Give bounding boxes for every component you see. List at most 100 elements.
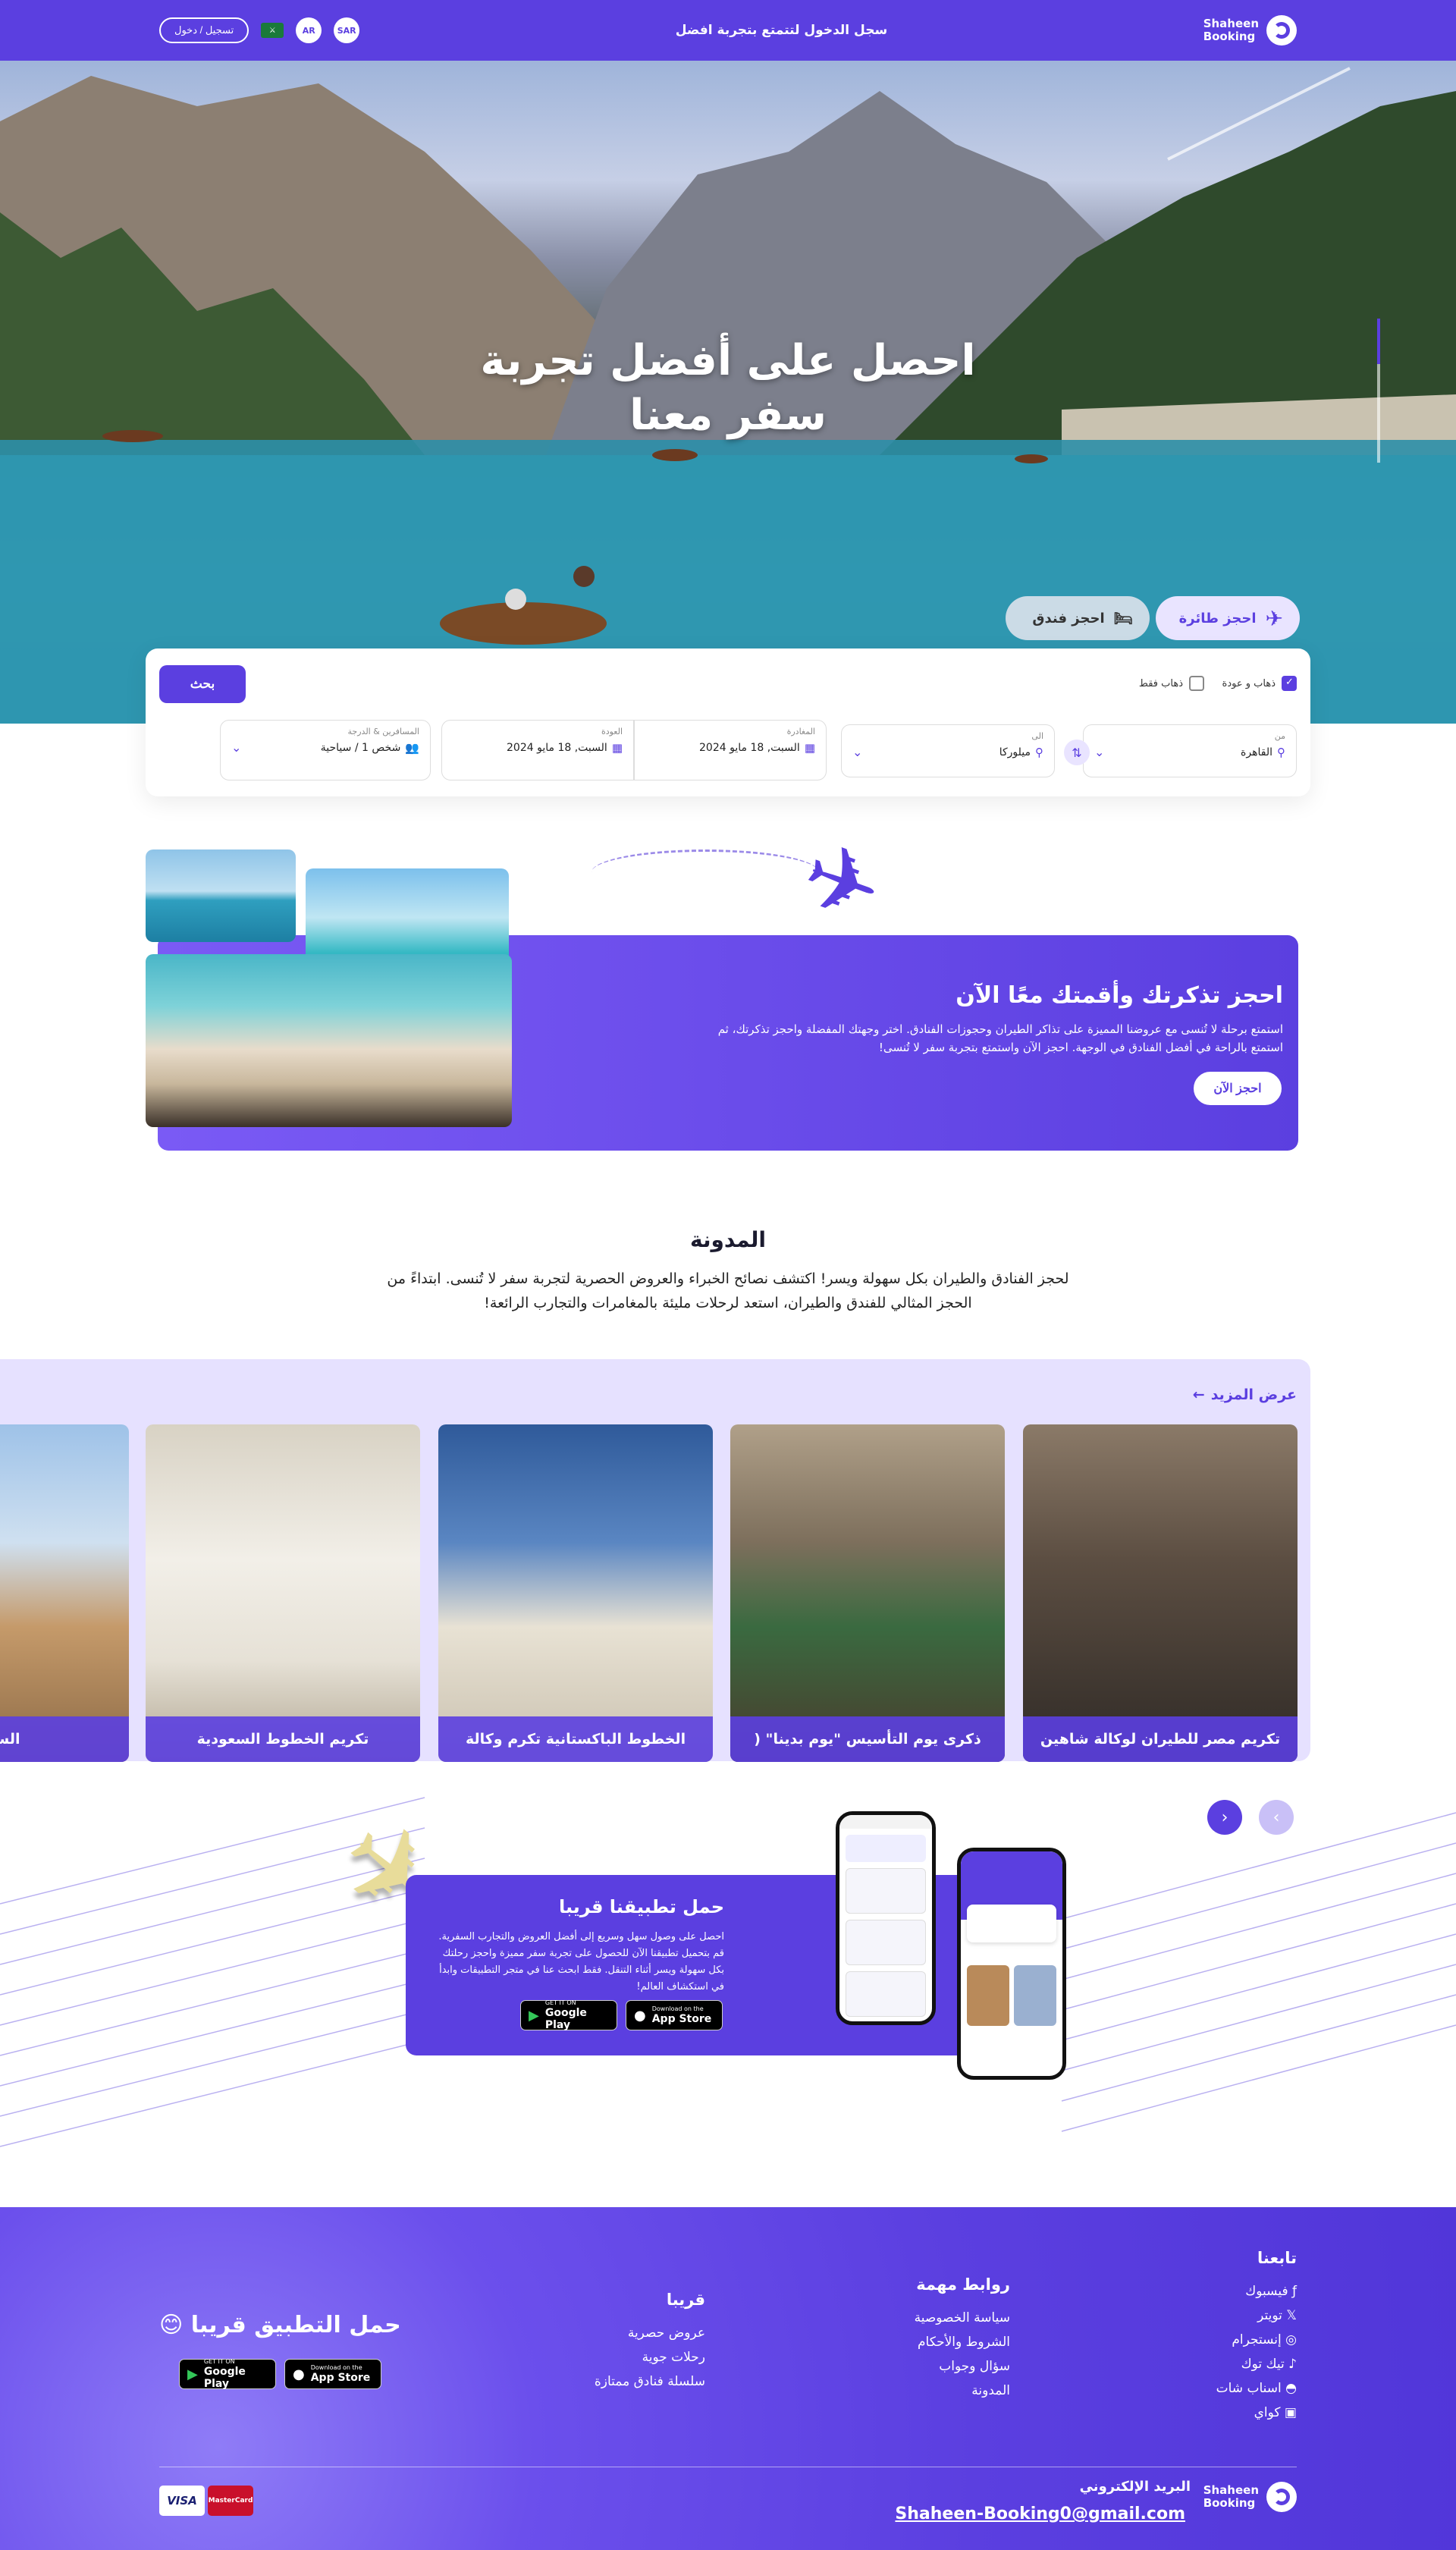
- hotel-bed-icon: 🛏: [1113, 609, 1133, 627]
- blog-card[interactable]: السياحة: [0, 1424, 129, 1762]
- footer-link-kwai[interactable]: ▣ كواي: [1145, 2405, 1297, 2420]
- google-play-name: Google Play: [203, 2366, 246, 2390]
- footer-app-store-badge[interactable]: ● Download on the App Store: [284, 2359, 381, 2389]
- search-button[interactable]: بحث: [159, 665, 246, 703]
- round-trip-checkbox[interactable]: [1282, 676, 1297, 691]
- view-more-label: عرض المزيد: [1210, 1386, 1297, 1403]
- brand-logo[interactable]: Shaheen Booking: [1203, 15, 1297, 46]
- round-trip-option[interactable]: ذهاب و عودة: [1222, 676, 1297, 691]
- one-way-checkbox[interactable]: [1189, 676, 1204, 691]
- login-button[interactable]: تسجيل / دخول: [159, 17, 249, 43]
- footer-follow-title: تابعنا: [1257, 2249, 1297, 2267]
- footer-soon-column: قريبا عروض حصرية رحلات جوية سلسلة فنادق …: [538, 2291, 705, 2398]
- footer-link-facebook[interactable]: ƒ فيسبوك: [1145, 2284, 1297, 2299]
- tiktok-icon: ♪: [1284, 2357, 1297, 2372]
- footer-link-blog[interactable]: المدونة: [843, 2383, 1010, 2398]
- footer-link-label: كواي: [1254, 2405, 1281, 2420]
- tab-book-hotel-label: احجز فندق: [1032, 610, 1105, 627]
- hero-title: احصل على أفضل تجربة سفر معنا: [0, 334, 1456, 443]
- falcon-logo-icon: [1266, 15, 1297, 46]
- from-label: من: [1274, 731, 1285, 741]
- hero-title-line1: احصل على أفضل تجربة: [480, 336, 976, 385]
- return-value: السبت, 18 مايو 2024: [507, 742, 607, 754]
- app-download-description: احصل على وصول سهل وسريع إلى أفضل العروض …: [438, 1931, 724, 1993]
- hero-slider-indicator[interactable]: [1377, 319, 1380, 463]
- airplane-illustration-icon: ✈: [788, 820, 896, 947]
- snapchat-icon: ◓: [1281, 2381, 1297, 2396]
- footer-link-faq[interactable]: سؤال وجواب: [843, 2359, 1010, 2374]
- blog-card[interactable]: تكريم الخطوط السعودية: [146, 1424, 420, 1762]
- blog-description: لحجز الفنادق والطيران بكل سهولة ويسر! اك…: [387, 1270, 1069, 1311]
- footer-link-flights[interactable]: رحلات جوية: [538, 2350, 705, 2365]
- footer-email-label: البريد الإلكتروني: [1079, 2479, 1191, 2495]
- brand-name-line1: Shaheen: [1203, 2483, 1259, 2497]
- round-trip-label: ذهاب و عودة: [1222, 677, 1276, 689]
- calendar-icon: ▦: [611, 741, 623, 755]
- passengers-field[interactable]: المسافرين & الدرجة 👥 شخص 1 / سياحية ⌄: [220, 720, 431, 780]
- app-download-title: حمل تطبيقنا قريبا: [558, 1896, 724, 1917]
- footer-link-tiktok[interactable]: ♪ تيك توك: [1145, 2357, 1297, 2372]
- footer-link-twitter[interactable]: 𝕏 تويتر: [1145, 2308, 1297, 2323]
- instagram-icon: ◎: [1281, 2332, 1297, 2347]
- tab-book-flight[interactable]: ✈ احجز طائرة: [1156, 596, 1300, 640]
- mastercard-logo: MasterCard: [208, 2486, 253, 2516]
- brand-name: Shaheen Booking: [1203, 17, 1259, 43]
- promo-image-beach: [146, 954, 512, 1127]
- location-pin-icon: ⚲: [1277, 746, 1285, 759]
- footer-link-terms[interactable]: الشروط والأحكام: [843, 2335, 1010, 2350]
- app-store-badge[interactable]: ● Download on the App Store: [626, 2000, 723, 2030]
- footer-app-title: حمل التطبيق قريبا 😊: [159, 2312, 401, 2338]
- to-field[interactable]: الى ⚲ ميلوركا ⌄: [841, 724, 1055, 777]
- footer-link-hotels[interactable]: سلسلة فنادق ممتازة: [538, 2374, 705, 2389]
- falcon-logo-icon: [1266, 2482, 1297, 2512]
- arrow-left-icon: ←: [1192, 1386, 1205, 1403]
- promo-title: احجز تذكرتك وأقمتك معًا الآن: [956, 982, 1283, 1009]
- from-field[interactable]: من ⚲ القاهرة ⌄: [1083, 724, 1297, 777]
- blog-card-caption: السياحة: [0, 1716, 129, 1762]
- blog-card[interactable]: ذكرى يوم التأسيس "يوم بدينا" (: [730, 1424, 1005, 1762]
- footer-link-offers[interactable]: عروض حصرية: [538, 2325, 705, 2341]
- footer-google-play-badge[interactable]: ▶ GET IT ON Google Play: [179, 2358, 276, 2390]
- saudi-flag-icon[interactable]: ⚔: [261, 23, 284, 38]
- view-more-link[interactable]: عرض المزيد ←: [1193, 1386, 1297, 1403]
- blog-card-caption: الخطوط الباكستانية تكرم وكالة: [438, 1716, 713, 1762]
- promo-description: استمتع برحلة لا تُنسى مع عروضنا المميزة …: [717, 1022, 1283, 1054]
- phone-mockup-right: [957, 1848, 1066, 2080]
- blog-card[interactable]: تكريم مصر للطيران لوكالة شاهين: [1023, 1424, 1298, 1762]
- return-label: العودة: [601, 727, 623, 736]
- location-pin-icon: ⚲: [1035, 746, 1043, 759]
- tab-book-hotel[interactable]: 🛏 احجز فندق: [1006, 596, 1150, 640]
- footer-link-snapchat[interactable]: ◓ اسناب شات: [1145, 2381, 1297, 2396]
- footer-link-privacy[interactable]: سياسة الخصوصية: [843, 2310, 1010, 2325]
- google-play-badge[interactable]: ▶ GET IT ON Google Play: [520, 1999, 617, 2031]
- chevron-down-icon: ⌄: [231, 740, 242, 755]
- language-switch[interactable]: AR: [296, 17, 322, 43]
- footer-brand-logo[interactable]: Shaheen Booking: [1203, 2482, 1297, 2512]
- return-date-field[interactable]: العودة ▦ السبت, 18 مايو 2024: [441, 720, 634, 780]
- apple-icon: ●: [634, 2007, 646, 2024]
- footer-link-instagram[interactable]: ◎ إنستجرام: [1145, 2332, 1297, 2347]
- login-prompt: سجل الدخول لتتمتع بتجربة افضل: [675, 23, 888, 38]
- footer-link-label: تيك توك: [1241, 2357, 1285, 2372]
- brand-name-line2: Booking: [1203, 30, 1256, 43]
- flight-search-form: ذهاب و عودة ذهاب فقط بحث من ⚲ القاهرة ⌄ ⇅…: [146, 648, 1310, 796]
- one-way-label: ذهاب فقط: [1138, 677, 1183, 689]
- footer-links-column: روابط مهمة سياسة الخصوصية الشروط والأحكا…: [843, 2275, 1010, 2407]
- swap-cities-button[interactable]: ⇅: [1064, 740, 1090, 765]
- hero-title-line2: سفر معنا: [629, 391, 827, 440]
- to-label: الى: [1031, 731, 1043, 741]
- footer-follow-column: تابعنا ƒ فيسبوك 𝕏 تويتر ◎ إنستجرام ♪ تيك…: [1145, 2249, 1297, 2429]
- google-play-small: GET IT ON: [544, 1999, 576, 2006]
- chevron-down-icon: ⌄: [1094, 745, 1105, 759]
- one-way-option[interactable]: ذهاب فقط: [1139, 676, 1204, 691]
- facebook-icon: ƒ: [1288, 2284, 1297, 2299]
- airplane-icon: ✈: [1265, 605, 1283, 631]
- currency-switch[interactable]: SAR: [334, 17, 360, 43]
- depart-date-field[interactable]: المغادرة ▦ السبت, 18 مايو 2024: [634, 720, 827, 780]
- book-now-button[interactable]: احجز الآن: [1194, 1072, 1282, 1105]
- footer-brand-name: Shaheen Booking: [1203, 2484, 1259, 2510]
- footer-link-label: تويتر: [1257, 2308, 1282, 2323]
- blog-card[interactable]: الخطوط الباكستانية تكرم وكالة: [438, 1424, 713, 1762]
- page: Shaheen Booking سجل الدخول لتتمتع بتجربة…: [0, 0, 1456, 2550]
- footer-email-link[interactable]: Shaheen-Booking0@gmail.com: [895, 2504, 1185, 2523]
